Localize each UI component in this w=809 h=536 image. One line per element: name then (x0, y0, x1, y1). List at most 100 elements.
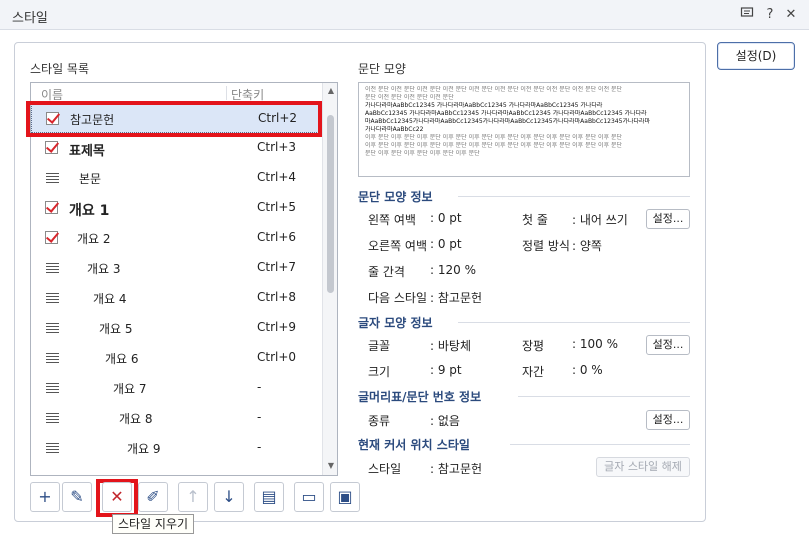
style-name: 개요 9 (127, 442, 161, 456)
size-value: : 9 pt (430, 363, 462, 377)
save-icon[interactable]: ▣ (330, 482, 360, 512)
bullet-settings-button[interactable]: 설정... (646, 410, 690, 430)
style-list-label: 스타일 목록 (30, 62, 90, 76)
style-list-row[interactable]: 개요 9 - (31, 433, 321, 463)
scroll-up-icon[interactable]: ▲ (326, 86, 336, 96)
style-name: 개요 5 (99, 322, 133, 336)
style-name: 개요 6 (105, 352, 139, 366)
left-margin-label: 왼쪽 여백 (368, 213, 416, 227)
paragraph-style-icon (46, 413, 59, 424)
paragraph-style-icon (46, 353, 59, 364)
import-styles-icon[interactable]: ▤ (254, 482, 284, 512)
char-settings-button[interactable]: 설정... (646, 335, 690, 355)
right-margin-value: : 0 pt (430, 237, 462, 251)
cursor-style-label: 스타일 (368, 462, 402, 476)
move-down-icon[interactable]: ↓ (214, 482, 244, 512)
right-margin-label: 오른쪽 여백 (368, 239, 428, 253)
first-line-label: 첫 줄 (522, 213, 548, 227)
open-folder-icon[interactable]: ▭ (294, 482, 324, 512)
line-spacing-label: 줄 간격 (368, 265, 405, 279)
size-label: 크기 (368, 365, 391, 379)
next-style-label: 다음 스타일 (368, 291, 428, 305)
style-shortcut: Ctrl+3 (257, 140, 297, 154)
style-list-row[interactable]: 본문 Ctrl+4 (31, 163, 321, 193)
preview-line: 가나다라마AaBbCc22 (365, 126, 424, 133)
style-list-row[interactable]: 개요 6 Ctrl+0 (31, 343, 321, 373)
scroll-thumb[interactable] (327, 115, 334, 293)
style-shortcut: - (257, 440, 262, 454)
preview-line: 문단 이전 문단 이전 문단 이전 문단 (365, 94, 454, 101)
style-shortcut: - (257, 380, 262, 394)
list-header: 이름 단축키 (31, 83, 321, 103)
width-label: 장평 (522, 339, 545, 353)
style-name: 개요 2 (77, 232, 111, 246)
paragraph-info-title: 문단 모양 정보 (358, 190, 433, 204)
delete-style-icon[interactable]: ✕ (102, 482, 132, 512)
tooltip: 스타일 지우기 (112, 514, 195, 534)
preview-line: 이후 문단 이후 문단 이후 문단 이후 문단 이후 문단 이후 문단 이후 문… (365, 134, 623, 141)
font-label: 글꼴 (368, 339, 391, 353)
clear-char-style-button[interactable]: 글자 스타일 해제 (596, 457, 690, 477)
list-scrollbar[interactable]: ▲ ▼ (322, 83, 337, 475)
style-list-row[interactable]: 개요 2 Ctrl+6 (31, 223, 321, 253)
style-name: 개요 3 (87, 262, 121, 276)
title-bar: 스타일 ? ✕ (0, 0, 809, 30)
char-info-title: 글자 모양 정보 (358, 316, 433, 330)
style-name: 개요 4 (93, 292, 127, 306)
align-label: 정렬 방식 (522, 239, 570, 253)
window-title: 스타일 (12, 11, 48, 26)
left-margin-value: : 0 pt (430, 211, 462, 225)
preview-line: 마AaBbCc12345가나다라마AaBbCc12345가나다라마AaBbCc1… (365, 118, 651, 125)
paragraph-preview: 이전 문단 이전 문단 이전 문단 이전 문단 이전 문단 이전 문단 이전 문… (358, 82, 690, 177)
preview-line: 이후 문단 이후 문단 이후 문단 이후 문단 이후 문단 이후 문단 이후 문… (365, 142, 623, 149)
next-style-value: : 참고문헌 (430, 291, 483, 305)
move-up-icon[interactable]: ↑ (178, 482, 208, 512)
add-icon[interactable]: + (30, 482, 60, 512)
style-shortcut: Ctrl+9 (257, 320, 297, 334)
style-list-row[interactable]: 개요 5 Ctrl+9 (31, 313, 321, 343)
paragraph-settings-button[interactable]: 설정... (646, 209, 690, 229)
style-name: 표제목 (69, 144, 105, 159)
style-shortcut: Ctrl+5 (257, 200, 297, 214)
style-list-row[interactable]: 표제목 Ctrl+3 (31, 133, 321, 163)
close-icon[interactable]: ✕ (782, 6, 800, 24)
set-button[interactable]: 설정(D) (717, 42, 795, 70)
scroll-down-icon[interactable]: ▼ (326, 461, 336, 471)
paragraph-style-icon (46, 173, 59, 184)
checked-style-icon (45, 141, 58, 154)
preview-line: 문단 이후 문단 이후 문단 이후 문단 이후 문단 (365, 150, 480, 157)
bullet-info-title: 글머리표/문단 번호 정보 (358, 390, 482, 404)
style-name: 개요 8 (119, 412, 153, 426)
style-shortcut: Ctrl+0 (257, 350, 297, 364)
preview-line: AaBbCc12345 가나다라마AaBbCc12345 가나다라마AaBbCc… (365, 110, 647, 117)
style-list[interactable]: 이름 단축키 참고문헌 Ctrl+2 표제목 Ctrl+3 본문 Ctrl+4 개요 1 Ct… (30, 82, 338, 476)
cursor-style-value: : 참고문헌 (430, 462, 483, 476)
first-line-value: : 내어 쓰기 (572, 213, 628, 227)
style-shortcut: Ctrl+4 (257, 170, 297, 184)
paragraph-style-icon (46, 293, 59, 304)
edit-pencil-icon[interactable]: ✎ (62, 482, 92, 512)
preview-line: 가나다라마AaBbCc12345 가나다라마AaBbCc12345 가나다라마A… (365, 102, 603, 109)
style-name: 본문 (79, 172, 102, 186)
align-value: : 양쪽 (572, 239, 602, 253)
cursor-style-title: 현재 커서 위치 스타일 (358, 438, 470, 452)
bullet-type-label: 종류 (368, 414, 391, 428)
paragraph-preview-label: 문단 모양 (358, 62, 406, 76)
style-list-row[interactable]: 개요 3 Ctrl+7 (31, 253, 321, 283)
style-shortcut: Ctrl+6 (257, 230, 297, 244)
help-icon[interactable]: ? (761, 6, 779, 24)
checked-style-icon (45, 201, 58, 214)
style-list-row[interactable]: 개요 4 Ctrl+8 (31, 283, 321, 313)
style-list-row[interactable]: 개요 1 Ctrl+5 (31, 193, 321, 223)
line-spacing-value: : 120 % (430, 263, 476, 277)
bullet-type-value: : 없음 (430, 414, 460, 428)
spacing-label: 자간 (522, 365, 545, 379)
message-icon[interactable] (738, 6, 756, 24)
paragraph-style-icon (46, 323, 59, 334)
style-list-row[interactable]: 개요 8 - (31, 403, 321, 433)
style-list-row[interactable]: 개요 7 - (31, 373, 321, 403)
style-name: 개요 7 (113, 382, 147, 396)
edit-style-icon[interactable]: ✐ (138, 482, 168, 512)
style-shortcut: Ctrl+8 (257, 290, 297, 304)
font-value: : 바탕체 (430, 339, 471, 353)
